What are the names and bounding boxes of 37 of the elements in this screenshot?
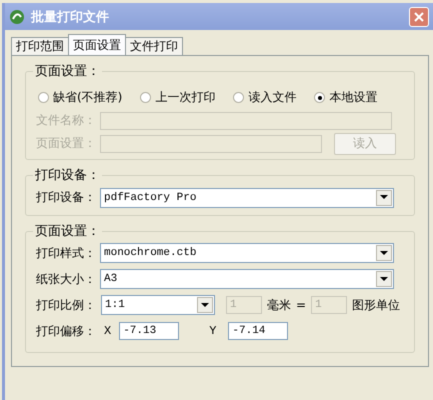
radio-button[interactable]: [38, 92, 49, 103]
field-label: 打印偏移：: [36, 322, 96, 340]
field-label: 打印设备：: [36, 189, 96, 206]
radio-button[interactable]: [314, 92, 326, 103]
field-label: 页面设置：: [36, 135, 96, 152]
window-title: 批量打印文件: [31, 8, 110, 26]
tab[interactable]: 打印范围: [11, 37, 69, 55]
dropdown[interactable]: A3: [100, 269, 394, 289]
field-label: 打印比例：: [36, 296, 96, 314]
tab[interactable]: 文件打印: [125, 37, 183, 55]
dropdown[interactable]: pdfFactory Pro: [100, 188, 394, 208]
tab[interactable]: 页面设置: [68, 34, 126, 55]
radio-option[interactable]: 缺省(不推荐): [38, 89, 122, 106]
group-title: 页面设置：: [33, 224, 102, 239]
field-label: 纸张大小：: [36, 270, 96, 288]
group-title: 页面设置：: [33, 64, 102, 79]
radio-button[interactable]: [140, 92, 152, 103]
radio-option[interactable]: 上一次打印: [140, 89, 216, 106]
unit-label: 毫米: [267, 296, 291, 314]
app-icon: [9, 8, 25, 24]
radio-option[interactable]: 本地设置: [314, 89, 378, 106]
group-title: 打印设备：: [33, 168, 102, 183]
radio-button[interactable]: [233, 92, 244, 103]
field-label: 文件名称：: [36, 112, 96, 129]
axis-label: Y: [209, 324, 216, 338]
input-field[interactable]: -7.13: [119, 322, 180, 340]
close-button[interactable]: [409, 6, 429, 26]
radio-option[interactable]: 读入文件: [233, 89, 296, 106]
axis-label: X: [104, 324, 112, 338]
dropdown[interactable]: monochrome.ctb: [100, 243, 394, 263]
field-label: 打印样式：: [36, 244, 96, 262]
equals-sign: =: [296, 298, 306, 312]
input-field[interactable]: [100, 134, 322, 152]
input-field[interactable]: -7.14: [228, 322, 288, 340]
input-field[interactable]: [100, 112, 392, 130]
unit-label: 图形单位: [352, 296, 400, 314]
close-icon[interactable]: [414, 12, 424, 22]
